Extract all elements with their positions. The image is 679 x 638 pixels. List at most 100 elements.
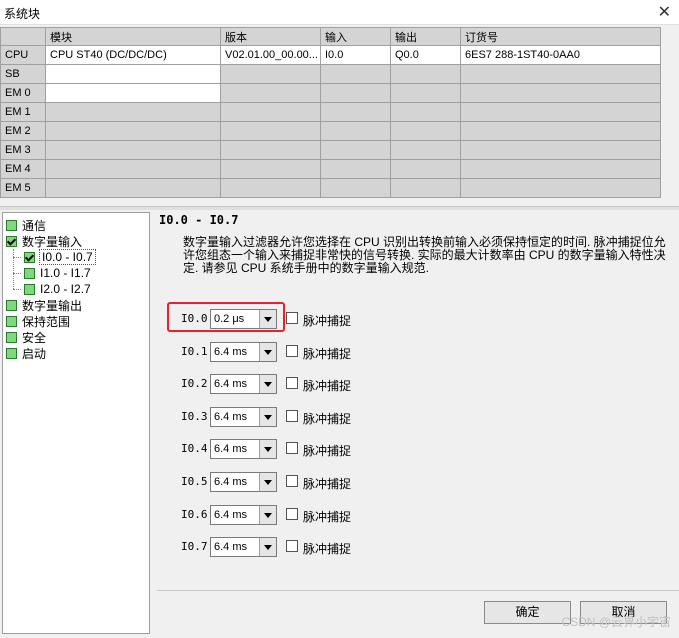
tree-item-digital-input[interactable]: 数字量输入 xyxy=(6,233,82,249)
tree-item-label: I0.0 - I0.7 xyxy=(39,249,96,265)
table-row: EM 3 xyxy=(0,140,661,160)
output-cell xyxy=(390,121,461,141)
row-header[interactable]: CPU xyxy=(0,45,46,65)
module-cell[interactable] xyxy=(45,140,221,160)
tree-item-digital-output[interactable]: 数字量输出 xyxy=(6,297,82,313)
chevron-down-icon[interactable] xyxy=(259,538,276,556)
row-header[interactable]: EM 1 xyxy=(0,102,46,122)
pulse-catch-checkbox[interactable] xyxy=(286,312,298,324)
table-row: EM 5 xyxy=(0,178,661,198)
tree-item-i1[interactable]: I1.0 - I1.7 xyxy=(24,265,91,281)
module-cell[interactable] xyxy=(45,121,221,141)
output-cell: Q0.0 xyxy=(390,45,461,65)
filter-value: 6.4 ms xyxy=(214,378,248,390)
pulse-catch-checkbox[interactable] xyxy=(286,377,298,389)
tree-line xyxy=(13,289,21,290)
pulse-catch-checkbox[interactable] xyxy=(286,475,298,487)
input-row-i0-0: I0.0: 0.2 μs 脉冲捕捉 xyxy=(157,308,457,330)
green-checkbox-checked-icon xyxy=(6,235,17,247)
chevron-down-icon[interactable] xyxy=(259,440,276,458)
module-cell[interactable] xyxy=(45,102,221,122)
table-row: SB xyxy=(0,64,661,84)
table-row: EM 0 xyxy=(0,83,661,103)
pulse-catch-label: 脉冲捕捉 xyxy=(303,379,352,393)
order-cell xyxy=(460,102,661,122)
filter-select[interactable]: 6.4 ms xyxy=(210,342,277,362)
splitter[interactable] xyxy=(0,206,679,210)
filter-select[interactable]: 6.4 ms xyxy=(210,472,277,492)
module-cell[interactable] xyxy=(45,178,221,198)
module-cell[interactable] xyxy=(45,83,221,103)
panel-title: I0.0 - I0.7 xyxy=(159,213,239,227)
pulse-catch-checkbox[interactable] xyxy=(286,410,298,422)
tree-item-label: 数字量输入 xyxy=(22,234,83,249)
tree-item-i0[interactable]: I0.0 - I0.7 xyxy=(24,249,96,265)
input-cell xyxy=(320,159,391,179)
close-icon[interactable]: ✕ xyxy=(658,2,671,21)
tree-item-retentive[interactable]: 保持范围 xyxy=(6,313,70,329)
input-cell xyxy=(320,178,391,198)
version-cell xyxy=(220,64,321,84)
table-header-output: 输出 xyxy=(390,27,461,46)
green-checkbox-icon xyxy=(24,283,35,295)
tree-item-security[interactable]: 安全 xyxy=(6,329,46,345)
version-cell xyxy=(220,178,321,198)
pulse-catch-label: 脉冲捕捉 xyxy=(303,510,352,524)
row-header[interactable]: EM 4 xyxy=(0,159,46,179)
row-header[interactable]: EM 5 xyxy=(0,178,46,198)
chevron-down-icon[interactable] xyxy=(259,310,276,328)
filter-value: 6.4 ms xyxy=(214,541,248,553)
tree-item-i2[interactable]: I2.0 - I2.7 xyxy=(24,281,91,297)
chevron-down-icon[interactable] xyxy=(259,375,276,393)
chevron-down-icon[interactable] xyxy=(259,408,276,426)
panel-description: 数字量输入过滤器允许您选择在 CPU 识别出转换前输入必须保持恒定的时间. 脉冲… xyxy=(183,235,666,275)
green-checkbox-icon xyxy=(6,347,17,359)
window-title: 系统块 xyxy=(4,7,41,21)
order-cell: 6ES7 288-1ST40-0AA0 xyxy=(460,45,661,65)
tree-item-communication[interactable]: 通信 xyxy=(6,217,46,233)
tree-line xyxy=(13,273,21,274)
version-cell xyxy=(220,140,321,160)
ok-button[interactable]: 确定 xyxy=(484,601,571,624)
green-checkbox-icon xyxy=(6,219,17,231)
pulse-catch-checkbox[interactable] xyxy=(286,345,298,357)
table-header-version: 版本 xyxy=(220,27,321,46)
row-header[interactable]: EM 3 xyxy=(0,140,46,160)
pulse-catch-label: 脉冲捕捉 xyxy=(303,347,352,361)
table-header xyxy=(0,27,46,46)
output-cell xyxy=(390,178,461,198)
input-row-i0-7: I0.7: 6.4 ms 脉冲捕捉 xyxy=(157,536,457,558)
input-row-i0-3: I0.3: 6.4 ms 脉冲捕捉 xyxy=(157,406,457,428)
pulse-catch-label: 脉冲捕捉 xyxy=(303,314,352,328)
filter-select[interactable]: 0.2 μs xyxy=(210,309,277,329)
input-row-i0-2: I0.2: 6.4 ms 脉冲捕捉 xyxy=(157,373,457,395)
filter-select[interactable]: 6.4 ms xyxy=(210,537,277,557)
row-header[interactable]: EM 0 xyxy=(0,83,46,103)
pulse-catch-checkbox[interactable] xyxy=(286,508,298,520)
module-cell[interactable]: CPU ST40 (DC/DC/DC) xyxy=(45,45,221,65)
version-cell xyxy=(220,102,321,122)
order-cell xyxy=(460,140,661,160)
order-cell xyxy=(460,159,661,179)
filter-select[interactable]: 6.4 ms xyxy=(210,505,277,525)
module-cell[interactable] xyxy=(45,159,221,179)
output-cell xyxy=(390,83,461,103)
chevron-down-icon[interactable] xyxy=(259,473,276,491)
input-cell xyxy=(320,121,391,141)
row-header[interactable]: SB xyxy=(0,64,46,84)
order-cell xyxy=(460,178,661,198)
filter-select[interactable]: 6.4 ms xyxy=(210,439,277,459)
module-cell[interactable] xyxy=(45,64,221,84)
filter-select[interactable]: 6.4 ms xyxy=(210,374,277,394)
pulse-catch-checkbox[interactable] xyxy=(286,442,298,454)
chevron-down-icon[interactable] xyxy=(259,343,276,361)
row-header[interactable]: EM 2 xyxy=(0,121,46,141)
filter-select[interactable]: 6.4 ms xyxy=(210,407,277,427)
order-cell xyxy=(460,83,661,103)
output-cell xyxy=(390,140,461,160)
tree-item-startup[interactable]: 启动 xyxy=(6,345,46,361)
input-row-i0-6: I0.6: 6.4 ms 脉冲捕捉 xyxy=(157,504,457,526)
pulse-catch-checkbox[interactable] xyxy=(286,540,298,552)
filter-value: 6.4 ms xyxy=(214,346,248,358)
chevron-down-icon[interactable] xyxy=(259,506,276,524)
